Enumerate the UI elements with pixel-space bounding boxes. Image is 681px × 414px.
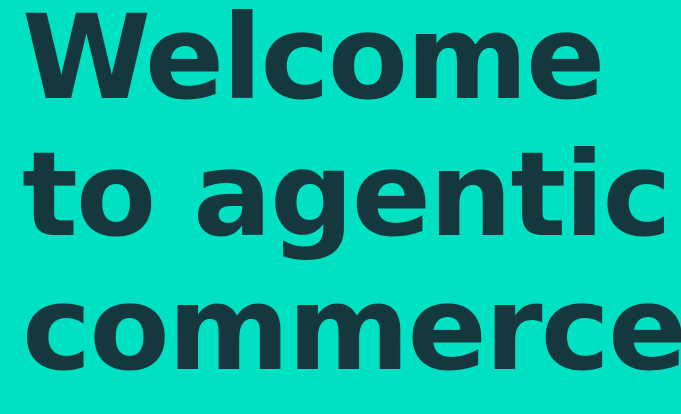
hero-banner: Welcome to agentic commerce — [0, 0, 681, 414]
hero-headline: Welcome to agentic commerce — [22, 0, 681, 402]
headline-line-2: to agentic — [22, 126, 672, 263]
headline-line-3: commerce — [22, 260, 681, 397]
headline-line-1: Welcome — [22, 0, 605, 126]
